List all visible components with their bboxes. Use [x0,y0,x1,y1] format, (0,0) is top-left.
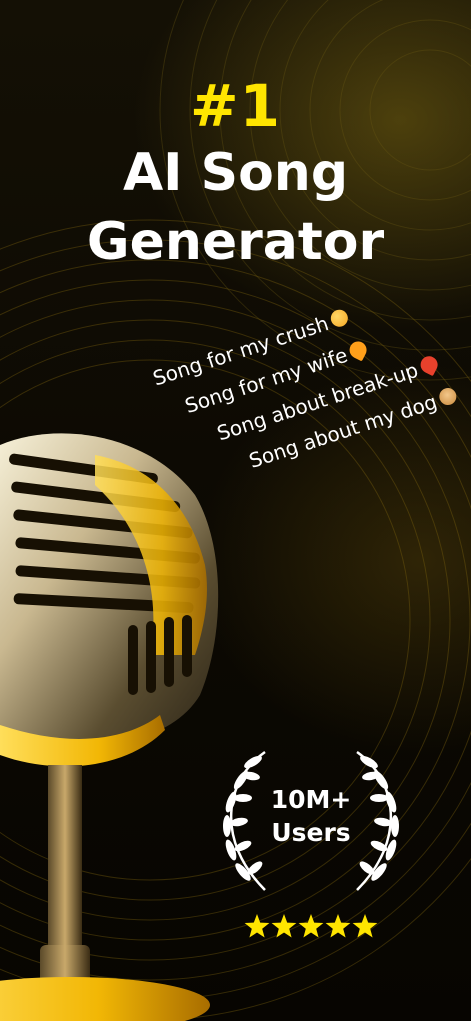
app-title-line-1: AI Song [122,143,349,203]
app-title-line-2: Generator [86,212,385,272]
rank-title: #1 [190,72,281,140]
onboarding-screen: #1 AI Song Generator Song for my crush S… [0,0,471,1021]
broken-heart-emoji-icon [417,353,441,377]
stars-row [244,914,378,938]
users-count: 10M+ [270,785,352,814]
star-icon [298,914,324,938]
smiling-heart-eyes-emoji-icon [328,307,351,329]
star-icon [352,914,378,938]
rating-stars [244,913,378,941]
star-icon [325,914,351,938]
star-icon [271,914,297,938]
microphone-image [0,433,219,1021]
users-label: Users [271,818,351,847]
star-icon [244,914,270,938]
dog-face-emoji-icon [437,385,459,408]
orange-heart-emoji-icon [347,338,370,362]
